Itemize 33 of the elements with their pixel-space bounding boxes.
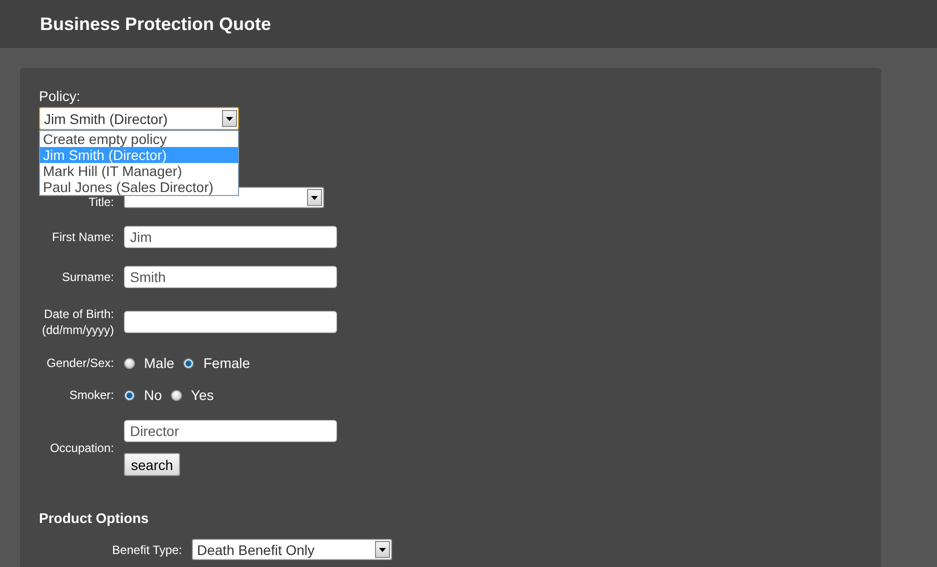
field-hint: (dd/mm/yyyy)	[42, 322, 114, 338]
radio-button[interactable]	[124, 390, 135, 400]
page-title: Business Protection Quote	[40, 14, 272, 34]
radio-button[interactable]	[124, 358, 135, 368]
input-field[interactable]: Smith	[124, 266, 337, 288]
dropdown-option[interactable]: Paul Jones (Sales Director)	[40, 179, 238, 195]
caret-icon	[307, 189, 322, 206]
dropdown-option[interactable]: Mark Hill (IT Manager)	[40, 163, 238, 179]
section-heading: Product Options	[39, 510, 150, 526]
radio-label[interactable]: Yes	[190, 387, 214, 403]
radio-button[interactable]	[183, 358, 194, 368]
field-label: Surname:	[62, 269, 114, 285]
search-button[interactable]: search	[124, 453, 180, 476]
dropdown-option[interactable]: Create empty policy	[40, 131, 238, 147]
input-field[interactable]: Director	[124, 420, 337, 442]
policy-dropdown[interactable]: Jim Smith (Director)	[39, 107, 239, 130]
field-label: Policy:	[39, 88, 80, 104]
caret-icon	[222, 110, 237, 127]
radio-label[interactable]: No	[144, 387, 162, 403]
radio-label[interactable]: Female	[203, 355, 250, 371]
field-label: Gender/Sex:	[46, 356, 114, 370]
input-field[interactable]: Jim	[124, 226, 337, 248]
input-field[interactable]	[124, 311, 337, 333]
field-label: Smoker:	[69, 388, 114, 402]
field-label: Date of Birth:	[44, 306, 114, 322]
radio-button[interactable]	[170, 390, 182, 400]
radio-label[interactable]: Male	[144, 355, 174, 371]
field-label: Benefit Type:	[112, 542, 182, 558]
field-label: First Name:	[52, 229, 114, 245]
benefit-type-dropdown[interactable]: Death Benefit Only	[192, 539, 392, 560]
caret-icon	[375, 541, 390, 558]
field-label: Title:	[88, 196, 114, 208]
field-label: Occupation:	[50, 440, 114, 456]
